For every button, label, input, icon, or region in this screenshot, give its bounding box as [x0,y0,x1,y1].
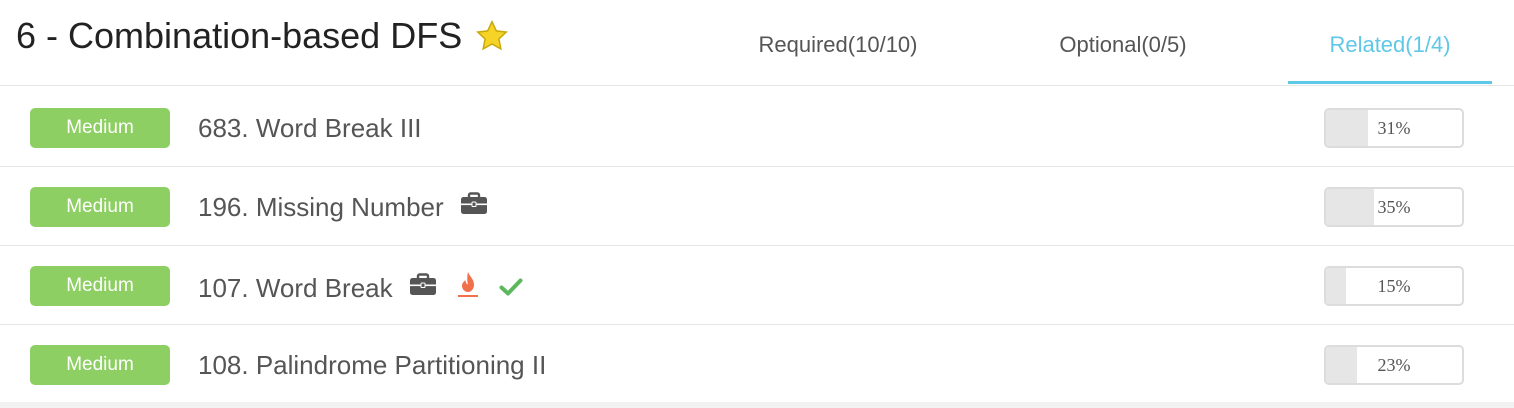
tab-related-label: Related(1/4) [1329,32,1451,57]
problem-row: Medium 196. Missing Number 35% [0,167,1514,246]
problem-title: 107. Word Break [198,272,393,303]
difficulty-badge[interactable]: Medium [30,108,170,148]
briefcase-icon [409,272,437,304]
page-header: 6 - Combination-based DFS Required(10/10… [0,0,1514,86]
briefcase-icon [460,191,488,223]
acceptance-progress: 31% [1324,108,1464,148]
difficulty-badge[interactable]: Medium [30,187,170,227]
problem-title-link[interactable]: 196. Missing Number [198,191,488,223]
star-icon[interactable] [474,18,510,54]
problem-title: 196. Missing Number [198,192,444,222]
difficulty-badge[interactable]: Medium [30,266,170,306]
problem-row: Medium 108. Palindrome Partitioning II 2… [0,325,1514,404]
page-title: 6 - Combination-based DFS [16,15,463,56]
tab-optional[interactable]: Optional(0/5) [1020,30,1226,86]
problem-title-link[interactable]: 683. Word Break III [198,112,422,144]
problem-title: 683. Word Break III [198,113,422,143]
acceptance-progress: 15% [1324,266,1464,306]
problem-list: Medium 683. Word Break III 31% Medium 19… [0,88,1514,404]
active-tab-indicator [1288,81,1492,84]
acceptance-progress: 35% [1324,187,1464,227]
progress-label: 35% [1377,197,1411,217]
bottom-divider [0,402,1514,408]
problem-title-link[interactable]: 108. Palindrome Partitioning II [198,349,546,381]
progress-label: 23% [1377,355,1411,375]
hot-icon [457,270,479,305]
problem-title: 108. Palindrome Partitioning II [198,350,547,380]
progress-label: 15% [1377,276,1411,296]
page-title-row: 6 - Combination-based DFS [16,13,510,59]
tab-required-label: Required(10/10) [758,32,918,57]
acceptance-progress: 23% [1324,345,1464,385]
difficulty-badge[interactable]: Medium [30,345,170,385]
problem-row: Medium 107. Word Break 15% [0,246,1514,325]
progress-label: 31% [1377,118,1411,138]
tab-related[interactable]: Related(1/4) [1288,30,1492,86]
problem-row: Medium 683. Word Break III 31% [0,88,1514,167]
tab-optional-label: Optional(0/5) [1059,32,1187,57]
check-icon [499,272,523,304]
problem-title-link[interactable]: 107. Word Break [198,270,523,305]
tab-required[interactable]: Required(10/10) [732,30,944,86]
